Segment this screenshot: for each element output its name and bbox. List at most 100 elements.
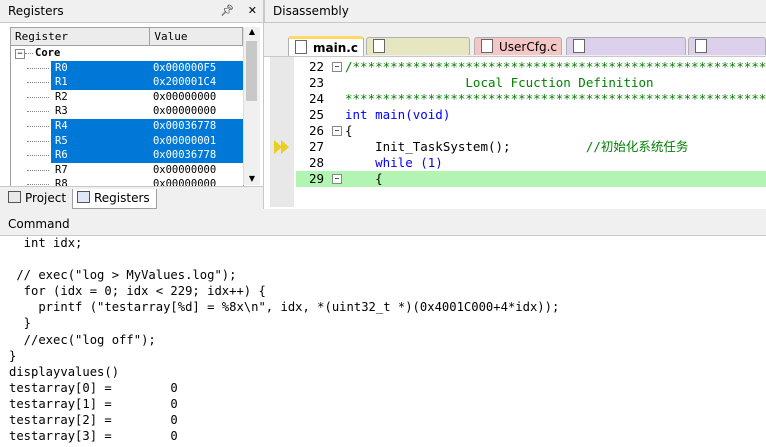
- file-icon: [481, 39, 493, 53]
- code-line[interactable]: 24 **************************************…: [270, 91, 766, 107]
- register-row[interactable]: R4 0x00036778: [11, 118, 243, 134]
- command-title-bar: Command: [0, 213, 766, 236]
- code-text: Init_TaskSystem(); //初始化系统任务: [345, 139, 689, 154]
- line-number: 29: [308, 171, 324, 186]
- register-name: R0: [51, 60, 149, 76]
- register-name: R6: [51, 148, 149, 163]
- register-value[interactable]: 0x00036778: [148, 148, 243, 163]
- code-line[interactable]: 27 Init_TaskSystem(); //初始化系统任务: [270, 139, 766, 155]
- registers-icon: [77, 191, 90, 203]
- scroll-thumb[interactable]: [246, 41, 257, 101]
- core-group-row[interactable]: − Core: [11, 46, 243, 61]
- line-number: 28: [308, 155, 324, 170]
- register-value[interactable]: 0x00000000: [149, 90, 243, 105]
- register-row[interactable]: R0 0x000000F5: [11, 60, 243, 76]
- register-name: R4: [51, 118, 149, 134]
- register-name: R5: [51, 133, 149, 149]
- register-row[interactable]: R5 0x00000001: [11, 133, 243, 149]
- code-text: {: [345, 171, 383, 186]
- command-line: for (idx = 0; idx < 229; idx++) {: [9, 284, 266, 299]
- code-line[interactable]: 26 {−: [270, 123, 766, 139]
- pin-icon[interactable]: 📌︎: [220, 4, 234, 17]
- register-row[interactable]: R1 0x200001C4: [11, 75, 243, 90]
- command-line: }: [9, 348, 17, 363]
- project-icon: [8, 191, 21, 203]
- file-icon: [373, 39, 385, 53]
- file-tab[interactable]: HT7x2x.s: [688, 37, 766, 72]
- command-output[interactable]: int idx; // exec("log > MyValues.log"); …: [9, 235, 759, 444]
- line-number: 25: [308, 107, 324, 122]
- code-line[interactable]: 28 while (1): [270, 155, 766, 171]
- command-line: testarray[2] = 0: [9, 413, 178, 428]
- register-name: R1: [51, 75, 149, 90]
- register-value[interactable]: 0x200001C4: [148, 75, 243, 90]
- code-line[interactable]: 25 int main(void): [270, 107, 766, 123]
- collapse-icon[interactable]: −: [15, 49, 25, 59]
- line-number: 27: [308, 139, 324, 154]
- register-value[interactable]: 0x00000000: [149, 163, 243, 178]
- code-text: ****************************************…: [345, 91, 766, 106]
- disassembly-title: Disassembly: [273, 4, 349, 18]
- line-number: 22: [308, 59, 324, 74]
- register-row[interactable]: R2 0x00000000: [11, 90, 243, 105]
- code-text: /***************************************…: [345, 59, 766, 74]
- command-line: displayvalues(): [9, 364, 120, 379]
- file-icon: [573, 39, 585, 53]
- disassembly-panel: Disassembly main.c DLT698App.c UserCfg.c st…: [264, 0, 766, 209]
- fold-toggle-icon[interactable]: −: [332, 174, 342, 184]
- tab-project[interactable]: Project: [4, 189, 72, 208]
- registers-bottom-tabs: Project Registers: [0, 186, 263, 210]
- register-row[interactable]: R7 0x00000000: [11, 163, 243, 178]
- registers-title: Registers: [8, 4, 64, 18]
- code-line[interactable]: 22 /*************************************…: [270, 59, 766, 75]
- line-number: 23: [308, 75, 324, 90]
- command-line: testarray[0] = 0: [9, 380, 178, 395]
- registers-panel: Registers 📌︎ ✕ Register Value − Core R0 0…: [0, 0, 264, 210]
- close-icon[interactable]: ✕: [248, 4, 257, 17]
- scroll-down-icon[interactable]: ▼: [244, 174, 260, 183]
- code-line[interactable]: 23 Local Fcuction Definition: [270, 75, 766, 91]
- file-tab[interactable]: main.c: [288, 36, 364, 56]
- tab-registers[interactable]: Registers: [72, 189, 157, 209]
- file-tab[interactable]: UserCfg.c: [474, 37, 562, 55]
- command-line: printf ("testarray[%d] = %8x\n", idx, *(…: [9, 300, 560, 315]
- command-line: //exec("log off");: [9, 332, 156, 347]
- command-line: testarray[3] = 0: [9, 429, 178, 444]
- register-value[interactable]: 0x00000000: [149, 104, 243, 119]
- file-icon: [695, 39, 707, 53]
- registers-header: Register Value: [11, 28, 243, 46]
- code-text: while (1): [345, 155, 443, 170]
- registers-title-bar: Registers 📌︎ ✕: [0, 0, 263, 23]
- file-tab[interactable]: startup_ht7x2x.s: [566, 37, 686, 72]
- command-title: Command: [8, 217, 70, 231]
- file-icon: [295, 40, 307, 54]
- code-text: int main(void): [345, 107, 451, 122]
- file-tab-label: UserCfg.c: [499, 40, 557, 54]
- code-text: Local Fcuction Definition: [345, 75, 654, 90]
- command-line: testarray[1] = 0: [9, 396, 178, 411]
- register-row[interactable]: R6 0x00036778: [11, 148, 243, 163]
- scroll-up-icon[interactable]: ▲: [244, 27, 260, 36]
- command-line: }: [9, 316, 32, 331]
- command-line: int idx;: [9, 236, 83, 250]
- line-number: 26: [308, 123, 324, 138]
- register-value[interactable]: 0x00000001: [148, 133, 243, 149]
- editor-tab-strip: main.c DLT698App.c UserCfg.c startup_ht7x2x…: [264, 23, 766, 72]
- register-value[interactable]: 0x000000F5: [148, 60, 243, 76]
- fold-toggle-icon[interactable]: −: [332, 126, 342, 136]
- col-value-header[interactable]: Value: [150, 28, 243, 45]
- command-panel: Command int idx; // exec("log > MyValues…: [0, 213, 766, 447]
- register-row[interactable]: R3 0x00000000: [11, 104, 243, 119]
- code-editor[interactable]: 22 /*************************************…: [270, 57, 766, 207]
- code-line[interactable]: 29 {−: [296, 171, 766, 187]
- line-number: 24: [308, 91, 324, 106]
- code-text: {: [345, 123, 353, 138]
- file-tab[interactable]: DLT698App.c: [366, 37, 470, 72]
- register-value[interactable]: 0x00036778: [148, 118, 243, 134]
- col-register-header[interactable]: Register: [11, 28, 151, 45]
- disassembly-title-bar: Disassembly: [264, 0, 766, 23]
- registers-scrollbar[interactable]: ▲ ▼: [243, 27, 260, 185]
- registers-table: Register Value − Core R0 0x000000F5 R1 0x20…: [10, 27, 244, 187]
- fold-toggle-icon[interactable]: −: [332, 62, 342, 72]
- file-tab-label: main.c: [313, 41, 358, 55]
